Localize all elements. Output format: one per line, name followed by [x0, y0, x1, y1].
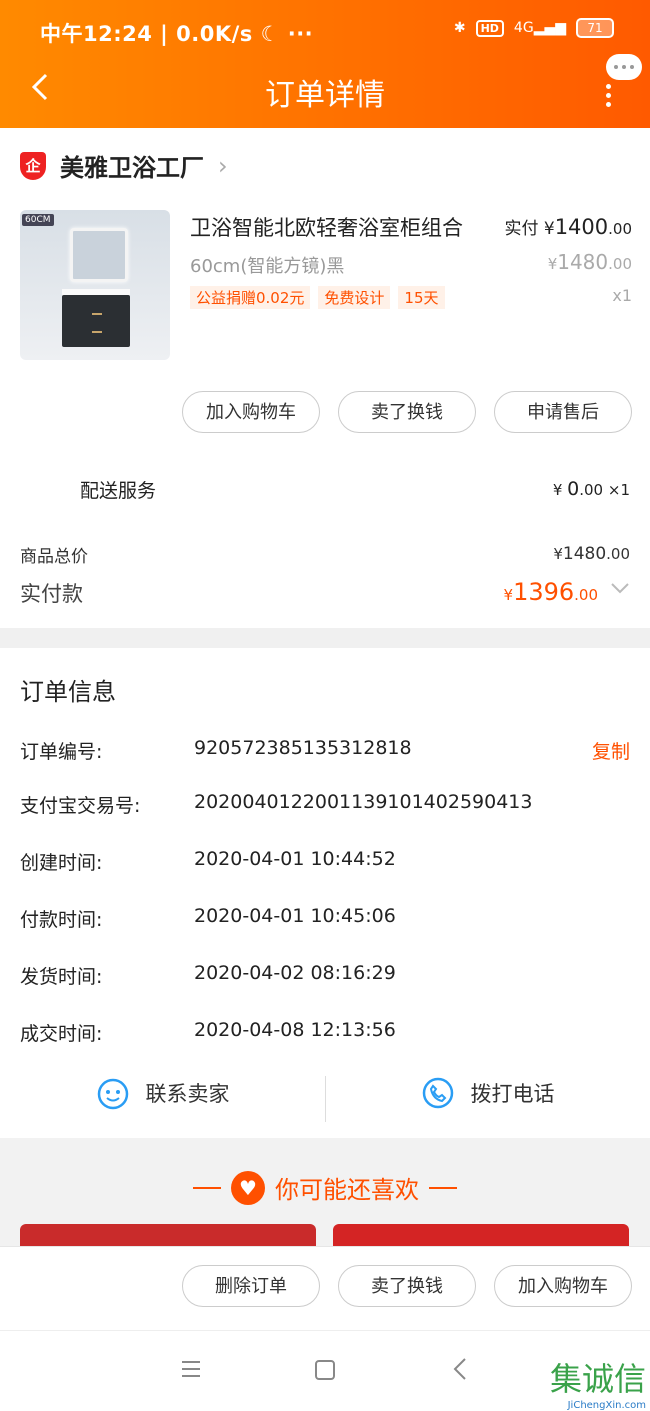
product-thumbnail[interactable]: 60CM — [20, 210, 170, 360]
paid-time-label: 付款时间: — [20, 909, 103, 931]
section-divider — [0, 628, 650, 648]
created-time-label: 创建时间: — [20, 852, 103, 874]
product-spec: 60cm(智能方镜)黑 — [190, 256, 345, 277]
smile-chat-icon — [97, 1078, 128, 1110]
phone-icon — [422, 1077, 453, 1109]
decor-line-left — [193, 1186, 221, 1189]
add-to-cart-button[interactable]: 加入购物车 — [182, 391, 320, 433]
call-phone-button[interactable]: 拨打电话 — [325, 1076, 650, 1110]
goods-total-value: ¥1480.00 — [553, 544, 630, 564]
product-quantity: x1 — [612, 286, 632, 305]
tag-days: 15天 — [398, 286, 445, 309]
shipping-label: 配送服务 — [80, 480, 157, 502]
decor-line-right — [429, 1186, 457, 1189]
call-phone-label: 拨打电话 — [470, 1082, 555, 1106]
signal-icon: 4G▂▄▆ — [513, 20, 566, 36]
bottom-add-to-cart-button[interactable]: 加入购物车 — [494, 1265, 632, 1307]
recommend-card[interactable] — [333, 1224, 629, 1246]
bottom-sell-button[interactable]: 卖了换钱 — [338, 1265, 476, 1307]
contact-seller-label: 联系卖家 — [145, 1082, 230, 1106]
alipay-trade-label: 支付宝交易号: — [20, 795, 141, 817]
created-time-value: 2020-04-01 10:44:52 — [194, 848, 396, 870]
watermark-logo: 集诚信 JiChengXin.com — [549, 1360, 646, 1411]
nav-back-icon[interactable] — [452, 1357, 468, 1381]
thumbnail-size-tag: 60CM — [22, 214, 54, 226]
more-menu-icon[interactable] — [606, 84, 612, 111]
deal-time-label: 成交时间: — [20, 1023, 103, 1045]
chevron-down-icon[interactable] — [610, 578, 630, 598]
seller-link[interactable]: 企 美雅卫浴工厂 › — [20, 148, 228, 183]
order-number-label: 订单编号: — [20, 741, 103, 763]
mirror-graphic — [70, 228, 128, 282]
product-name[interactable]: 卫浴智能北欧轻奢浴室柜组合 — [190, 212, 463, 242]
menu-icon[interactable] — [180, 1359, 202, 1379]
shipped-time-value: 2020-04-02 08:16:29 — [194, 962, 396, 984]
goods-total-label: 商品总价 — [20, 547, 88, 567]
deal-time-value: 2020-04-08 12:13:56 — [194, 1019, 396, 1041]
status-time: 中午12:24 | 0.0K/s ☾ ··· — [40, 22, 314, 46]
contact-seller-button[interactable]: 联系卖家 — [0, 1076, 325, 1110]
enterprise-badge-icon: 企 — [20, 151, 46, 180]
shipping-price: ¥ 0.00 ×1 — [552, 478, 630, 500]
page-title: 订单详情 — [265, 78, 385, 113]
home-square-icon[interactable] — [314, 1359, 336, 1381]
paid-amount-value: ¥1396.00 — [503, 578, 598, 606]
after-sale-button[interactable]: 申请售后 — [494, 391, 632, 433]
recommend-header: ♥ 你可能还喜欢 — [0, 1170, 650, 1205]
copy-button[interactable]: 复制 — [592, 737, 630, 764]
shipped-time-label: 发货时间: — [20, 966, 103, 988]
paid-time-value: 2020-04-01 10:45:06 — [194, 905, 396, 927]
hd-icon: HD — [475, 19, 504, 37]
bluetooth-icon: ✱ — [453, 20, 466, 36]
status-icons: ✱ HD 4G▂▄▆ 71 — [454, 18, 614, 38]
order-info-title: 订单信息 — [20, 678, 116, 706]
heart-icon: ♥ — [231, 1170, 265, 1205]
paid-price: 实付 ¥1400.00 — [504, 215, 632, 239]
recommend-title: 你可能还喜欢 — [275, 1176, 419, 1204]
sell-button[interactable]: 卖了换钱 — [338, 391, 476, 433]
order-number-value: 920572385135312818 — [194, 737, 412, 759]
tag-donation: 公益捐赠0.02元 — [190, 286, 311, 309]
header-bar: 中午12:24 | 0.0K/s ☾ ··· ✱ HD 4G▂▄▆ 71 订单详… — [0, 0, 650, 128]
seller-name: 美雅卫浴工厂 — [60, 154, 204, 182]
recommend-card[interactable] — [20, 1224, 316, 1246]
product-tags: 公益捐赠0.02元 免费设计 15天 — [190, 286, 445, 309]
battery-icon: 71 — [576, 18, 614, 38]
original-price: ¥1480.00 — [547, 250, 632, 274]
chat-bubble-icon[interactable] — [606, 54, 642, 80]
delete-order-button[interactable]: 删除订单 — [182, 1265, 320, 1307]
paid-amount-label: 实付款 — [20, 582, 83, 606]
chevron-right-icon: › — [218, 151, 228, 180]
cabinet-graphic — [62, 289, 130, 347]
tag-free-design: 免费设计 — [318, 286, 391, 309]
alipay-trade-value: 2020040122001139101402590413 — [194, 791, 533, 813]
